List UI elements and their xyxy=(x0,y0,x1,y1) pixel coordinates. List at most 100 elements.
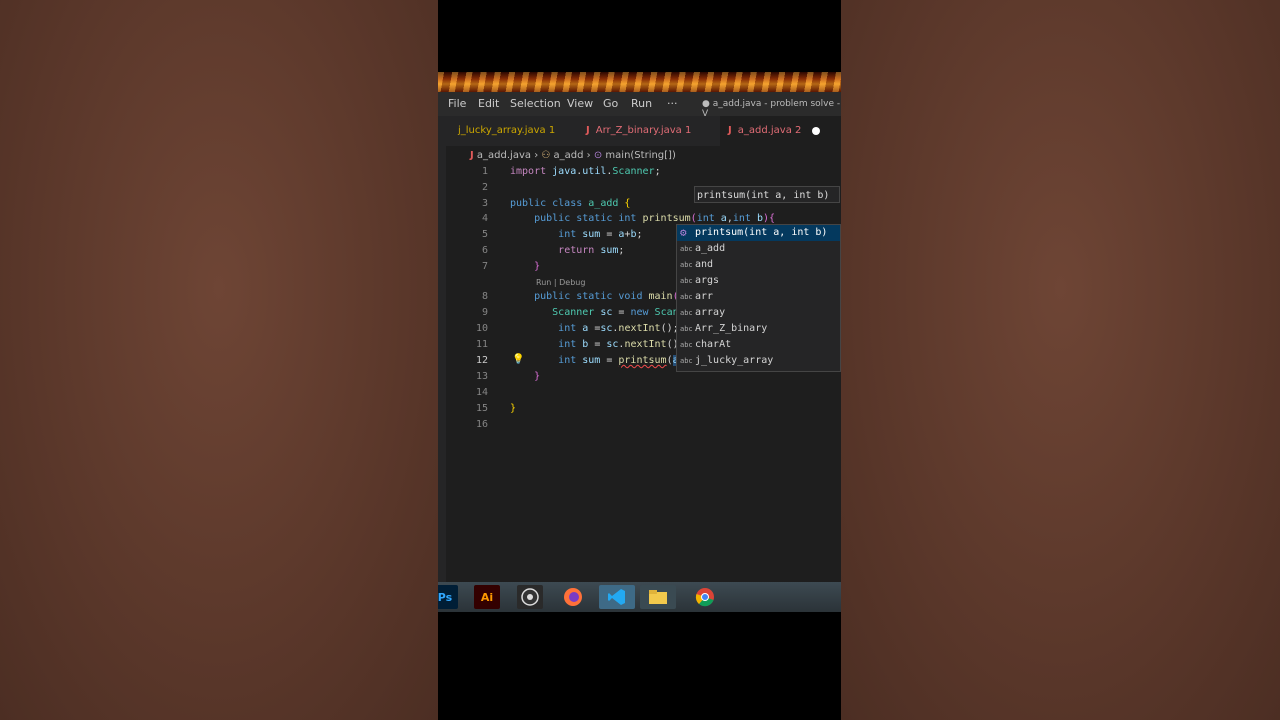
menu-file[interactable]: File xyxy=(448,97,466,110)
suggestion-label: printsum(int a, int b) xyxy=(695,227,828,238)
menu-more[interactable]: ··· xyxy=(667,97,678,110)
java-icon: J xyxy=(728,125,732,136)
line-number: 16 xyxy=(475,419,488,430)
text-icon: abc xyxy=(680,261,693,269)
firefox-icon[interactable] xyxy=(560,585,586,609)
suggestion-label: a_add xyxy=(695,243,726,254)
firefox-glyph xyxy=(564,588,582,606)
vscode-icon[interactable] xyxy=(599,585,635,609)
video-frame: File Edit Selection View Go Run ··· ● a_… xyxy=(438,0,841,720)
code-line: int a =sc.nextInt(); xyxy=(558,323,679,334)
suggestion-label: charAt xyxy=(695,339,732,350)
line-number: 2 xyxy=(481,182,488,193)
suggestion-item[interactable]: ⚙ printsum(int a, int b) xyxy=(677,225,840,241)
background-left xyxy=(0,0,438,720)
breadcrumb-class[interactable]: a_add xyxy=(554,150,584,161)
suggestion-label: Arr_Z_binary xyxy=(695,323,768,334)
line-number: 10 xyxy=(475,323,488,334)
suggestion-item[interactable]: abc and xyxy=(677,257,840,273)
text-icon: abc xyxy=(680,277,693,285)
vscode-glyph xyxy=(608,589,625,605)
suggestion-item[interactable]: abc args xyxy=(677,273,840,289)
code-line: } xyxy=(510,403,517,414)
menu-view[interactable]: View xyxy=(567,97,593,110)
method-icon: ⚙ xyxy=(680,226,687,239)
code-line: import java.util.Scanner; xyxy=(510,166,661,177)
java-icon: J xyxy=(586,125,590,136)
menu-run[interactable]: Run xyxy=(631,97,652,110)
suggestion-label: j_lucky_array xyxy=(695,355,774,366)
java-icon: J xyxy=(470,150,474,161)
tab-j-lucky-array[interactable]: j_lucky_array.java 1 xyxy=(450,116,576,146)
code-line: int b = sc.nextInt() xyxy=(558,339,679,350)
code-line: int sum = a+b; xyxy=(558,229,643,240)
line-number: 11 xyxy=(475,339,488,350)
line-number: 6 xyxy=(481,245,488,256)
line-number: 7 xyxy=(481,261,488,272)
suggestion-widget[interactable]: ⚙ printsum(int a, int b) abc a_add abc and … xyxy=(676,224,841,372)
text-icon: abc xyxy=(680,357,693,365)
breadcrumb-method[interactable]: main(String[]) xyxy=(605,150,675,161)
tab-label: j_lucky_array.java 1 xyxy=(458,125,556,136)
obs-glyph xyxy=(521,588,539,606)
tab-label: a_add.java 2 xyxy=(737,125,802,136)
unsaved-dot-icon[interactable] xyxy=(812,127,820,135)
menu-bar: File Edit Selection View Go Run ··· ● a_… xyxy=(438,92,841,119)
suggestion-label: and xyxy=(695,259,714,270)
suggestion-item[interactable]: abc charAt xyxy=(677,337,840,353)
text-icon: abc xyxy=(680,293,693,301)
code-line: } xyxy=(534,371,541,382)
chrome-glyph xyxy=(695,588,714,607)
line-number: 12 xyxy=(475,355,488,366)
menu-edit[interactable]: Edit xyxy=(478,97,499,110)
suggestion-item[interactable]: abc a_add xyxy=(677,241,840,257)
suggestion-item[interactable]: abc Arr_Z_binary xyxy=(677,321,840,337)
menu-go[interactable]: Go xyxy=(603,97,618,110)
code-line: } xyxy=(534,261,541,272)
tab-arr-z-binary[interactable]: J Arr_Z_binary.java 1 xyxy=(578,116,716,146)
obs-icon[interactable] xyxy=(517,585,543,609)
suggestion-label: arr xyxy=(695,291,714,302)
text-icon: abc xyxy=(680,309,693,317)
line-number: 3 xyxy=(481,198,488,209)
folder-glyph xyxy=(649,590,667,604)
suggestion-label: array xyxy=(695,307,726,318)
breadcrumb: J a_add.java › ⚇ a_add › ⊙ main(String[]… xyxy=(470,150,676,161)
parameter-hint-popup: printsum(int a, int b) xyxy=(694,186,840,203)
chrome-icon[interactable] xyxy=(692,585,718,609)
taskbar: Ps Ai xyxy=(438,582,841,612)
line-number: 13 xyxy=(475,371,488,382)
suggestion-label: args xyxy=(695,275,720,286)
file-explorer-icon[interactable] xyxy=(640,585,676,609)
code-line: int sum = printsum(a| xyxy=(510,355,685,366)
photoshop-icon[interactable]: Ps xyxy=(438,585,458,609)
suggestion-item[interactable]: abc arr xyxy=(677,289,840,305)
line-number: 4 xyxy=(481,213,488,224)
activity-bar xyxy=(438,146,446,582)
code-line: public class a_add { xyxy=(510,198,631,209)
background-right xyxy=(841,0,1280,720)
line-number: 15 xyxy=(475,403,488,414)
suggestion-item[interactable]: abc j_lucky_array xyxy=(677,353,840,369)
text-icon: abc xyxy=(680,341,693,349)
editor-tabs: j_lucky_array.java 1 J Arr_Z_binary.java … xyxy=(438,116,841,146)
breadcrumb-file[interactable]: a_add.java xyxy=(477,150,531,161)
suggestion-item[interactable]: abc array xyxy=(677,305,840,321)
tab-a-add[interactable]: Ja_add.java 2 xyxy=(720,116,841,146)
line-number: 9 xyxy=(481,307,488,318)
codelens-run-debug[interactable]: Run | Debug xyxy=(536,278,585,287)
line-number: 14 xyxy=(475,387,488,398)
line-number: 5 xyxy=(481,229,488,240)
text-icon: abc xyxy=(680,325,693,333)
tab-label: Arr_Z_binary.java 1 xyxy=(595,125,692,136)
code-line: return sum; xyxy=(558,245,625,256)
code-line: public static int printsum(int a,int b){ xyxy=(534,213,776,224)
line-number: 1 xyxy=(481,166,488,177)
menu-selection[interactable]: Selection xyxy=(510,97,561,110)
text-icon: abc xyxy=(680,245,693,253)
method-icon: ⊙ xyxy=(593,150,603,161)
fire-wallpaper xyxy=(438,72,841,92)
line-number: 8 xyxy=(481,291,488,302)
lightbulb-icon[interactable]: 💡 xyxy=(512,354,524,365)
illustrator-icon[interactable]: Ai xyxy=(474,585,500,609)
